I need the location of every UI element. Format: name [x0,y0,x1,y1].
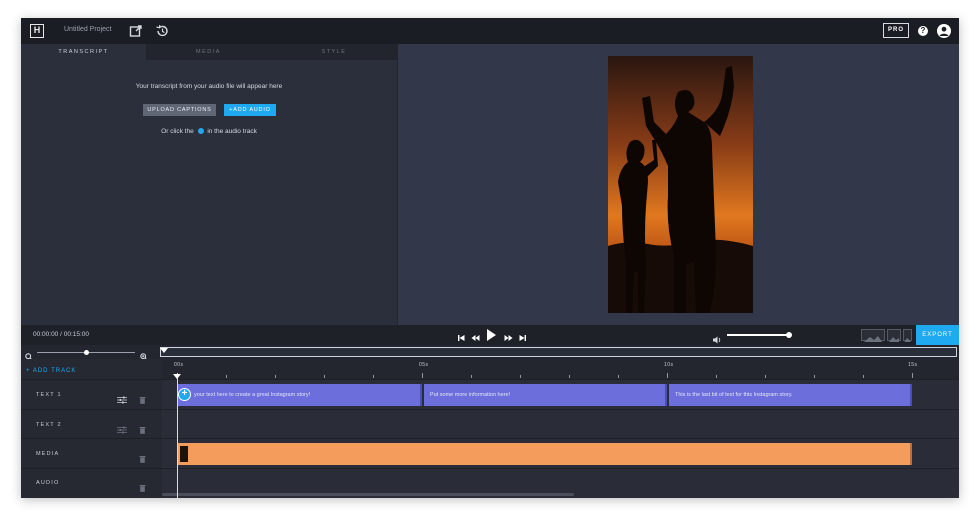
track-row-text-1: TEXT 1 your text here to create a great … [21,379,959,409]
track-label: TEXT 2 [36,422,62,428]
track-label: TEXT 1 [36,392,62,398]
zoom-slider[interactable] [37,350,135,355]
audio-hint-suffix: in the audio track [207,128,257,135]
zoom-out-icon[interactable] [25,348,33,361]
ruler-label: 15s [908,362,918,368]
text-clip[interactable]: This is the last bit of text for this In… [669,384,912,406]
ruler-tick [471,375,472,378]
rewind-icon[interactable] [471,330,480,341]
trash-icon[interactable] [139,421,147,434]
playhead-handle[interactable] [173,374,181,379]
settings-sliders-icon[interactable] [117,391,127,404]
timeline: + ADD TRACK 00s 05s 10s 15s TEXT 1 your … [21,359,959,498]
volume-icon[interactable] [713,331,722,344]
media-clip[interactable] [178,443,912,465]
ruler-tick [226,375,227,378]
upload-captions-button[interactable]: UPLOAD CAPTIONS [143,104,216,116]
history-icon[interactable] [155,24,169,38]
ruler-tick [520,375,521,378]
video-preview [398,44,959,325]
zoom-knob[interactable] [83,350,89,355]
play-icon[interactable] [486,328,497,341]
timeline-scrollbar[interactable] [162,493,574,496]
ruler-tick [618,375,619,378]
audio-hint: Or click the in the audio track [21,128,397,135]
add-audio-button[interactable]: +ADD AUDIO [224,104,276,116]
tab-media[interactable]: MEDIA [146,44,271,60]
fast-forward-icon[interactable] [504,330,513,341]
project-title[interactable]: Untitled Project [64,26,111,33]
square-aspect-button[interactable] [887,329,901,342]
add-track-button[interactable]: + ADD TRACK [26,368,76,374]
track-row-text-2: TEXT 2 [21,409,959,438]
share-icon[interactable] [129,24,143,38]
ruler-label: 05s [419,362,429,368]
track-row-media: MEDIA [21,438,959,468]
video-frame[interactable] [608,56,753,313]
ruler-tick [373,375,374,378]
ruler-tick [814,375,815,378]
tab-style[interactable]: STYLE [271,44,397,60]
settings-sliders-icon[interactable] [117,421,127,434]
ruler-tick [667,373,668,378]
zoom-bar [21,345,959,361]
landscape-aspect-button[interactable] [861,329,885,342]
transcript-panel: TRANSCRIPT MEDIA STYLE Your transcript f… [21,44,397,325]
trash-icon[interactable] [139,391,147,404]
playback-controls: 00:00:00 / 00:15:00 EXPORT [21,325,959,345]
volume-slider[interactable] [727,332,793,338]
app-logo[interactable]: H [30,24,44,38]
app-window: H Untitled Project PRO ? TRANSCRIPT MEDI… [21,18,959,498]
top-bar: H Untitled Project PRO ? [21,18,959,44]
time-ruler[interactable]: 00s 05s 10s 15s [162,359,959,379]
volume-knob[interactable] [786,332,793,338]
volume-fill [727,334,790,336]
ruler-tick [863,375,864,378]
transcript-empty-message: Your transcript from your audio file wil… [135,83,283,90]
scrubber-handle[interactable] [160,348,168,353]
portrait-aspect-button[interactable] [903,329,912,342]
ruler-label: 10s [664,362,674,368]
text-clip[interactable]: your text here to create a great Instagr… [178,384,422,406]
add-text-icon[interactable]: + [178,388,191,401]
skip-start-icon[interactable] [458,330,465,341]
track-label: MEDIA [36,451,60,457]
ruler-tick [765,375,766,378]
ruler-tick [716,375,717,378]
trash-icon[interactable] [139,479,147,492]
track-label: AUDIO [36,480,60,486]
timecode: 00:00:00 / 00:15:00 [33,331,90,338]
help-icon[interactable]: ? [918,26,928,36]
add-dot-icon [197,128,204,134]
text-clip[interactable]: Put some more information here! [424,384,667,406]
ruler-tick [912,373,913,378]
panel-tabs: TRANSCRIPT MEDIA STYLE [21,44,397,60]
ruler-tick [569,375,570,378]
skip-end-icon[interactable] [519,330,526,341]
pro-badge[interactable]: PRO [883,23,909,38]
account-icon[interactable] [937,24,951,38]
media-thumbnail [180,446,188,462]
trash-icon[interactable] [139,450,147,463]
timeline-scrubber[interactable] [160,347,957,357]
ruler-tick [324,375,325,378]
ruler-tick [422,373,423,378]
ruler-tick [275,375,276,378]
tab-transcript[interactable]: TRANSCRIPT [21,44,146,60]
zoom-in-icon[interactable] [140,348,148,361]
audio-hint-prefix: Or click the [161,128,194,135]
export-button[interactable]: EXPORT [916,325,959,345]
ruler-label: 00s [174,362,184,368]
